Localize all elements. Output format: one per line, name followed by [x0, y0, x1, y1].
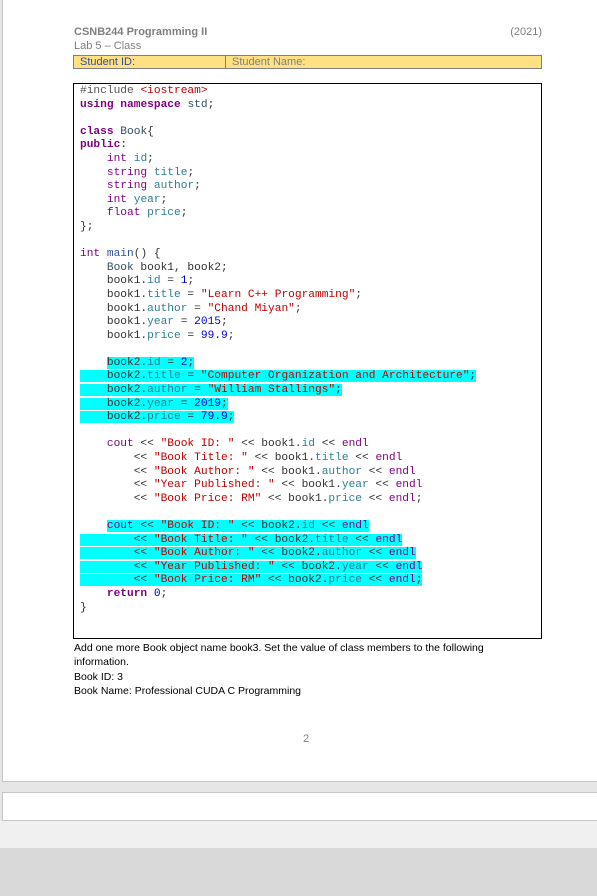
code-line: << "Book Price: RM" << book2.price << en… — [80, 574, 423, 587]
student-id-label: Student ID: — [74, 56, 226, 68]
code-line: } — [80, 601, 87, 614]
code-line: book1.id = 1; — [80, 275, 195, 288]
year-label: (2021) — [510, 26, 542, 38]
code-line: public: — [80, 139, 128, 152]
code-line: string author; — [106, 180, 201, 193]
page-number: 2 — [303, 733, 310, 745]
code-line: book2.id = 2; — [106, 356, 195, 369]
code-line: book1.price = 99.9; — [80, 329, 235, 342]
code-line: string title; — [106, 166, 195, 179]
code-line: book1.title = "Learn C++ Programming"; — [80, 288, 363, 301]
code-line: float price; — [106, 207, 188, 220]
viewer-status-strip — [0, 821, 597, 848]
code-line: << "Book Title: " << book2.title << endl — [80, 533, 403, 546]
code-listing: #include <iostream> using namespace std; … — [80, 85, 477, 615]
next-document-page — [2, 792, 597, 821]
lab-title: Lab 5 – Class — [74, 40, 142, 52]
code-line: << "Book Author: " << book2.author << en… — [80, 547, 416, 560]
code-line: book2.title = "Computer Organization and… — [80, 370, 477, 383]
book-id-requirement: Book ID: 3 — [74, 670, 124, 683]
code-line: << "Book Author: " << book1.author << en… — [80, 465, 416, 478]
code-listing-box: #include <iostream> using namespace std; … — [73, 83, 542, 639]
student-info-bar: Student ID: Student Name: — [73, 55, 542, 69]
exercise-instructions: Add one more Book object name book3. Set… — [74, 641, 524, 698]
code-line: int year; — [106, 193, 168, 206]
code-line: book2.year = 2019; — [80, 397, 228, 410]
code-line: cout << "Book ID: " << book1.id << endl — [106, 438, 369, 451]
code-line: book1.year = 2015; — [80, 316, 228, 329]
book-name-requirement: Book Name: Professional CUDA C Programmi… — [74, 684, 302, 697]
code-line: book2.price = 79.9; — [80, 411, 235, 424]
code-line: << "Year Published: " << book1.year << e… — [80, 479, 423, 492]
code-line: book1.author = "Chand Miyan"; — [80, 302, 302, 315]
code-line: << "Book Title: " << book1.title << endl — [80, 452, 403, 465]
code-line: << "Year Published: " << book2.year << e… — [80, 560, 423, 573]
code-line: int main() { — [80, 248, 161, 261]
code-line: #include <iostream> — [80, 85, 208, 97]
code-line: }; — [80, 220, 94, 233]
course-title: CSNB244 Programming II — [74, 26, 208, 38]
code-line: int id; — [106, 152, 154, 165]
code-line: book2.author = "William Stallings"; — [80, 384, 342, 397]
viewer-footer-area — [0, 848, 597, 896]
student-name-label: Student Name: — [232, 56, 306, 68]
instruction-text: Add one more Book object name book3. Set… — [74, 642, 484, 669]
code-line: << "Book Price: RM" << book1.price << en… — [80, 492, 423, 505]
code-line: Book book1, book2; — [106, 261, 228, 274]
code-line: cout << "Book ID: " << book2.id << endl — [106, 520, 369, 532]
code-line: class Book{ — [80, 125, 154, 138]
code-line: return 0; — [106, 587, 168, 600]
code-line: using namespace std; — [80, 98, 215, 111]
